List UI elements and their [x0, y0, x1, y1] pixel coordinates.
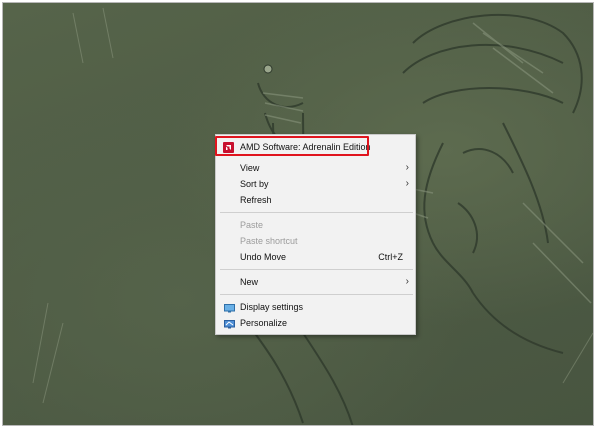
menu-item-label: View: [240, 163, 260, 173]
menu-item-paste-shortcut: Paste shortcut: [216, 233, 415, 249]
menu-item-label: Sort by: [240, 179, 269, 189]
chevron-right-icon: ›: [405, 178, 409, 189]
chevron-right-icon: ›: [405, 276, 409, 287]
menu-item-label: Display settings: [240, 302, 304, 312]
menu-item-sort-by[interactable]: Sort by ›: [216, 176, 415, 192]
menu-item-refresh[interactable]: Refresh: [216, 192, 415, 208]
menu-item-label: Paste shortcut: [240, 236, 298, 246]
menu-item-amd-software[interactable]: AMD Software: Adrenalin Edition: [215, 136, 415, 157]
amd-item-highlight-box: [215, 136, 369, 156]
menu-item-paste: Paste: [216, 217, 415, 233]
keyboard-shortcut: Ctrl+Z: [378, 252, 403, 262]
screenshot-frame: AMD Software: Adrenalin Edition View › S…: [2, 2, 594, 426]
menu-separator: [220, 294, 413, 295]
menu-item-personalize[interactable]: Personalize: [216, 315, 415, 331]
menu-item-undo-move[interactable]: Undo Move Ctrl+Z: [216, 249, 415, 265]
chevron-right-icon: ›: [405, 162, 409, 173]
menu-item-label: Paste: [240, 220, 264, 230]
display-settings-icon: [224, 302, 235, 313]
menu-item-new[interactable]: New ›: [216, 274, 415, 290]
menu-item-view[interactable]: View ›: [216, 160, 415, 176]
menu-separator: [220, 212, 413, 213]
menu-item-label: Refresh: [240, 195, 272, 205]
menu-item-label: New: [240, 277, 259, 287]
menu-item-display-settings[interactable]: Display settings: [216, 299, 415, 315]
menu-separator: [220, 269, 413, 270]
amd-logo-icon: [223, 142, 234, 153]
menu-item-label: Personalize: [240, 318, 288, 328]
menu-item-label: Undo Move: [240, 252, 287, 262]
desktop-context-menu: AMD Software: Adrenalin Edition View › S…: [215, 134, 416, 335]
personalize-icon: [224, 318, 235, 329]
